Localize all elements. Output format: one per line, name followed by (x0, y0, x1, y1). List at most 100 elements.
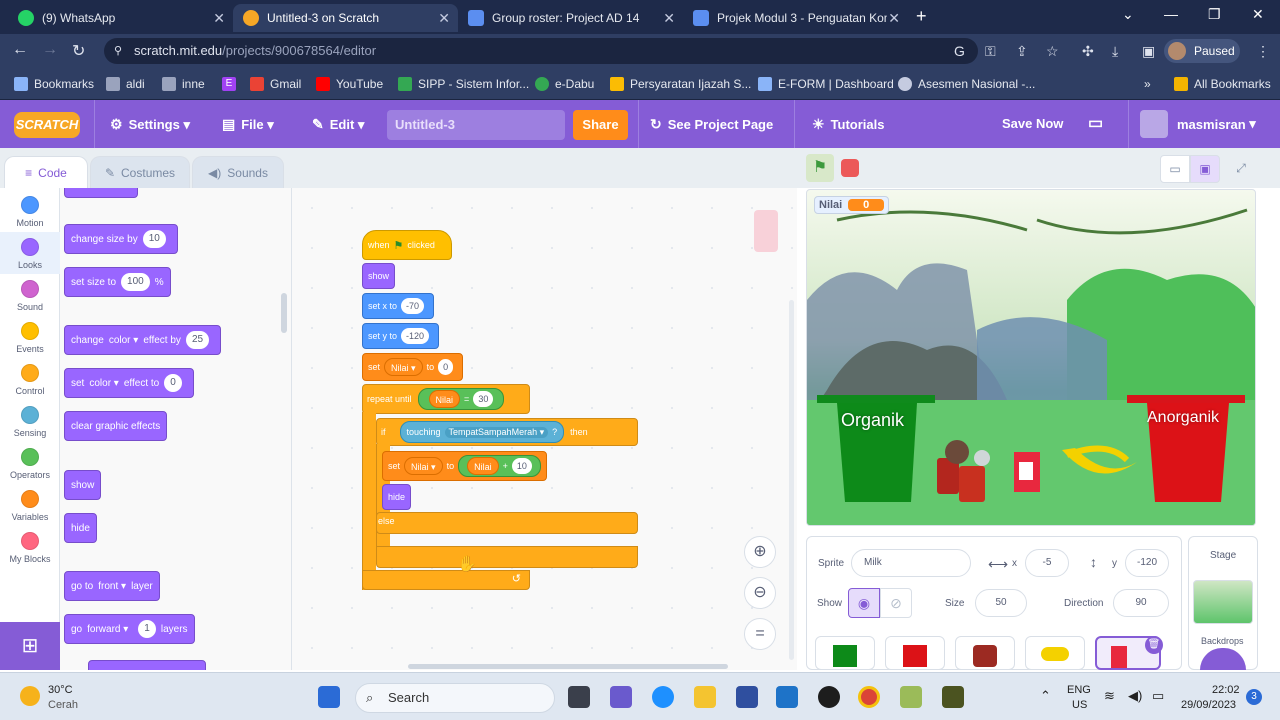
forward-icon[interactable]: → (42, 41, 58, 59)
category-operators[interactable]: Operators (0, 448, 60, 480)
teams-icon[interactable] (610, 686, 632, 708)
category-sensing[interactable]: Sensing (0, 406, 60, 438)
bookmark-gmail[interactable]: Gmail (250, 77, 301, 91)
settings-menu[interactable]: ⚙ Settings ▾ (110, 116, 190, 133)
folder-icon[interactable]: ▭ (1088, 113, 1103, 133)
edit-menu[interactable]: ✎ Edit ▾ (312, 116, 364, 133)
show-hidden-icons[interactable]: ⌃ (1040, 688, 1051, 704)
hide-block[interactable]: hide (382, 484, 412, 510)
show-sprite-button[interactable]: ◉ (848, 588, 880, 618)
sprite-thumbnail-selected[interactable]: 🗑 (1095, 636, 1163, 670)
notification-badge[interactable]: 3 (1246, 689, 1262, 705)
bookmark-asesmen[interactable]: Asesmen Nasional -... (898, 77, 1035, 91)
account-menu[interactable]: masmisran ▾ (1177, 116, 1256, 132)
zoom-reset-button[interactable]: = (744, 618, 776, 650)
add-extension-button[interactable]: ⊞ (0, 622, 60, 670)
palette-scrollbar[interactable] (281, 293, 287, 333)
equals-operator[interactable]: Nilai = 30 (417, 388, 505, 410)
close-icon[interactable]: ✕ (663, 10, 675, 27)
category-control[interactable]: Control (0, 364, 60, 396)
category-looks[interactable]: Looks (0, 232, 60, 274)
clock-time[interactable]: 22:02 (1212, 684, 1240, 696)
sprite-thumbnail[interactable] (885, 636, 945, 670)
show-block[interactable]: show (64, 470, 102, 500)
close-window-icon[interactable]: ✕ (1252, 6, 1264, 23)
bookmark-inne[interactable]: inne (162, 77, 205, 91)
variable-monitor[interactable]: Nilai 0 (814, 196, 890, 214)
sprite-name-input[interactable]: Milk (851, 549, 971, 577)
code-vertical-scrollbar[interactable] (789, 300, 794, 660)
direction-input[interactable]: 90 (1113, 589, 1169, 617)
category-my-blocks[interactable]: My Blocks (0, 532, 60, 564)
hide-block[interactable]: hide (64, 513, 97, 543)
google-icon[interactable]: G (954, 43, 965, 59)
tab-projek-modul[interactable]: Projek Modul 3 - Penguatan Kom ✕ (683, 4, 908, 32)
task-view-icon[interactable] (568, 686, 590, 708)
tab-code[interactable]: ≡ Code (4, 156, 88, 188)
save-now-button[interactable]: Save Now (1002, 116, 1063, 131)
zoom-in-button[interactable]: ⊕ (744, 536, 776, 568)
sprite-thumbnail[interactable] (1025, 636, 1085, 670)
store-icon[interactable] (736, 686, 758, 708)
category-events[interactable]: Events (0, 322, 60, 354)
green-flag-button[interactable]: ⚑ (806, 154, 834, 182)
tab-group-roster[interactable]: Group roster: Project AD 14 ✕ (458, 4, 683, 32)
code-horizontal-scrollbar[interactable] (408, 664, 728, 669)
bookmarks-button[interactable]: Bookmarks (14, 77, 94, 91)
see-project-page-button[interactable]: ↻ See Project Page (650, 116, 773, 133)
size-input[interactable]: 50 (975, 589, 1027, 617)
temperature[interactable]: 30°C (48, 684, 73, 696)
windows-start-icon[interactable] (318, 686, 340, 708)
bookmark-e[interactable]: E (222, 77, 242, 91)
delete-sprite-icon[interactable]: 🗑 (1145, 636, 1163, 654)
restore-icon[interactable]: ❐ (1208, 6, 1221, 23)
change-size-block[interactable]: change size by 10 (64, 224, 178, 254)
star-icon[interactable]: ☆ (1046, 43, 1059, 60)
file-explorer-icon[interactable] (694, 686, 716, 708)
category-variables[interactable]: Variables (0, 490, 60, 522)
taskbar-search[interactable]: ⌕ Search (355, 683, 555, 713)
minimize-icon[interactable]: — (1164, 6, 1178, 22)
chrome-icon[interactable] (858, 686, 880, 708)
close-icon[interactable]: ✕ (438, 10, 450, 27)
bookmark-edabu[interactable]: e-Dabu (535, 77, 594, 91)
small-stage-button[interactable]: ▭ (1160, 155, 1190, 183)
go-to-layer-block[interactable]: go to front ▾ layer (64, 571, 160, 601)
project-title-input[interactable]: Untitled-3 (387, 110, 565, 140)
category-motion[interactable]: Motion (0, 196, 60, 228)
file-menu[interactable]: ▤ File ▾ (222, 116, 274, 133)
when-flag-clicked-block[interactable]: when ⚑ clicked (362, 230, 452, 260)
url-field[interactable]: ⚲ scratch.mit.edu/projects/900678564/edi… (104, 38, 978, 64)
hide-sprite-button[interactable]: ⊘ (880, 588, 912, 618)
battery-icon[interactable]: ▭ (1152, 688, 1164, 704)
stop-button[interactable] (841, 159, 859, 177)
app-icon[interactable] (942, 686, 964, 708)
change-effect-block[interactable]: change color ▾ effect by 25 (64, 325, 222, 355)
change-variable-block[interactable]: set Nilai ▾ to Nilai + 10 (382, 451, 547, 481)
tab-sounds[interactable]: ◀) Sounds (192, 156, 284, 188)
show-block[interactable]: show (362, 263, 396, 289)
bookmark-youtube[interactable]: YouTube (316, 77, 383, 91)
close-icon[interactable]: ✕ (888, 10, 900, 27)
back-icon[interactable]: ← (12, 41, 28, 59)
tab-costumes[interactable]: ✎ Costumes (90, 156, 190, 188)
zoom-out-button[interactable]: ⊖ (744, 577, 776, 609)
download-icon[interactable]: ⤓ (1112, 43, 1118, 60)
backdrop-thumbnail[interactable] (1193, 580, 1253, 624)
plus-operator[interactable]: Nilai + 10 (458, 455, 541, 477)
set-size-block[interactable]: set size to 100% (64, 267, 171, 297)
reload-icon[interactable]: ↻ (72, 41, 85, 61)
palette-block[interactable] (88, 660, 206, 670)
uvpn-icon[interactable] (818, 686, 840, 708)
set-x-block[interactable]: set x to -70 (362, 293, 435, 319)
stage-canvas[interactable]: Organik Anorganik (806, 189, 1256, 526)
close-icon[interactable]: ✕ (213, 10, 225, 27)
sprite-thumbnail[interactable] (815, 636, 875, 670)
y-input[interactable]: -120 (1125, 549, 1169, 577)
code-area[interactable]: when ⚑ clicked show set x to -70 set y to… (292, 188, 797, 670)
bookmark-persyaratan[interactable]: Persyaratan Ijazah S... (610, 77, 751, 91)
tab-scratch[interactable]: Untitled-3 on Scratch ✕ (233, 4, 458, 32)
all-bookmarks[interactable]: All Bookmarks (1174, 77, 1271, 91)
touching-sensor[interactable]: touching TempatSampahMerah ▾ ? (399, 421, 565, 443)
normal-stage-button[interactable]: ▣ (1190, 155, 1220, 183)
